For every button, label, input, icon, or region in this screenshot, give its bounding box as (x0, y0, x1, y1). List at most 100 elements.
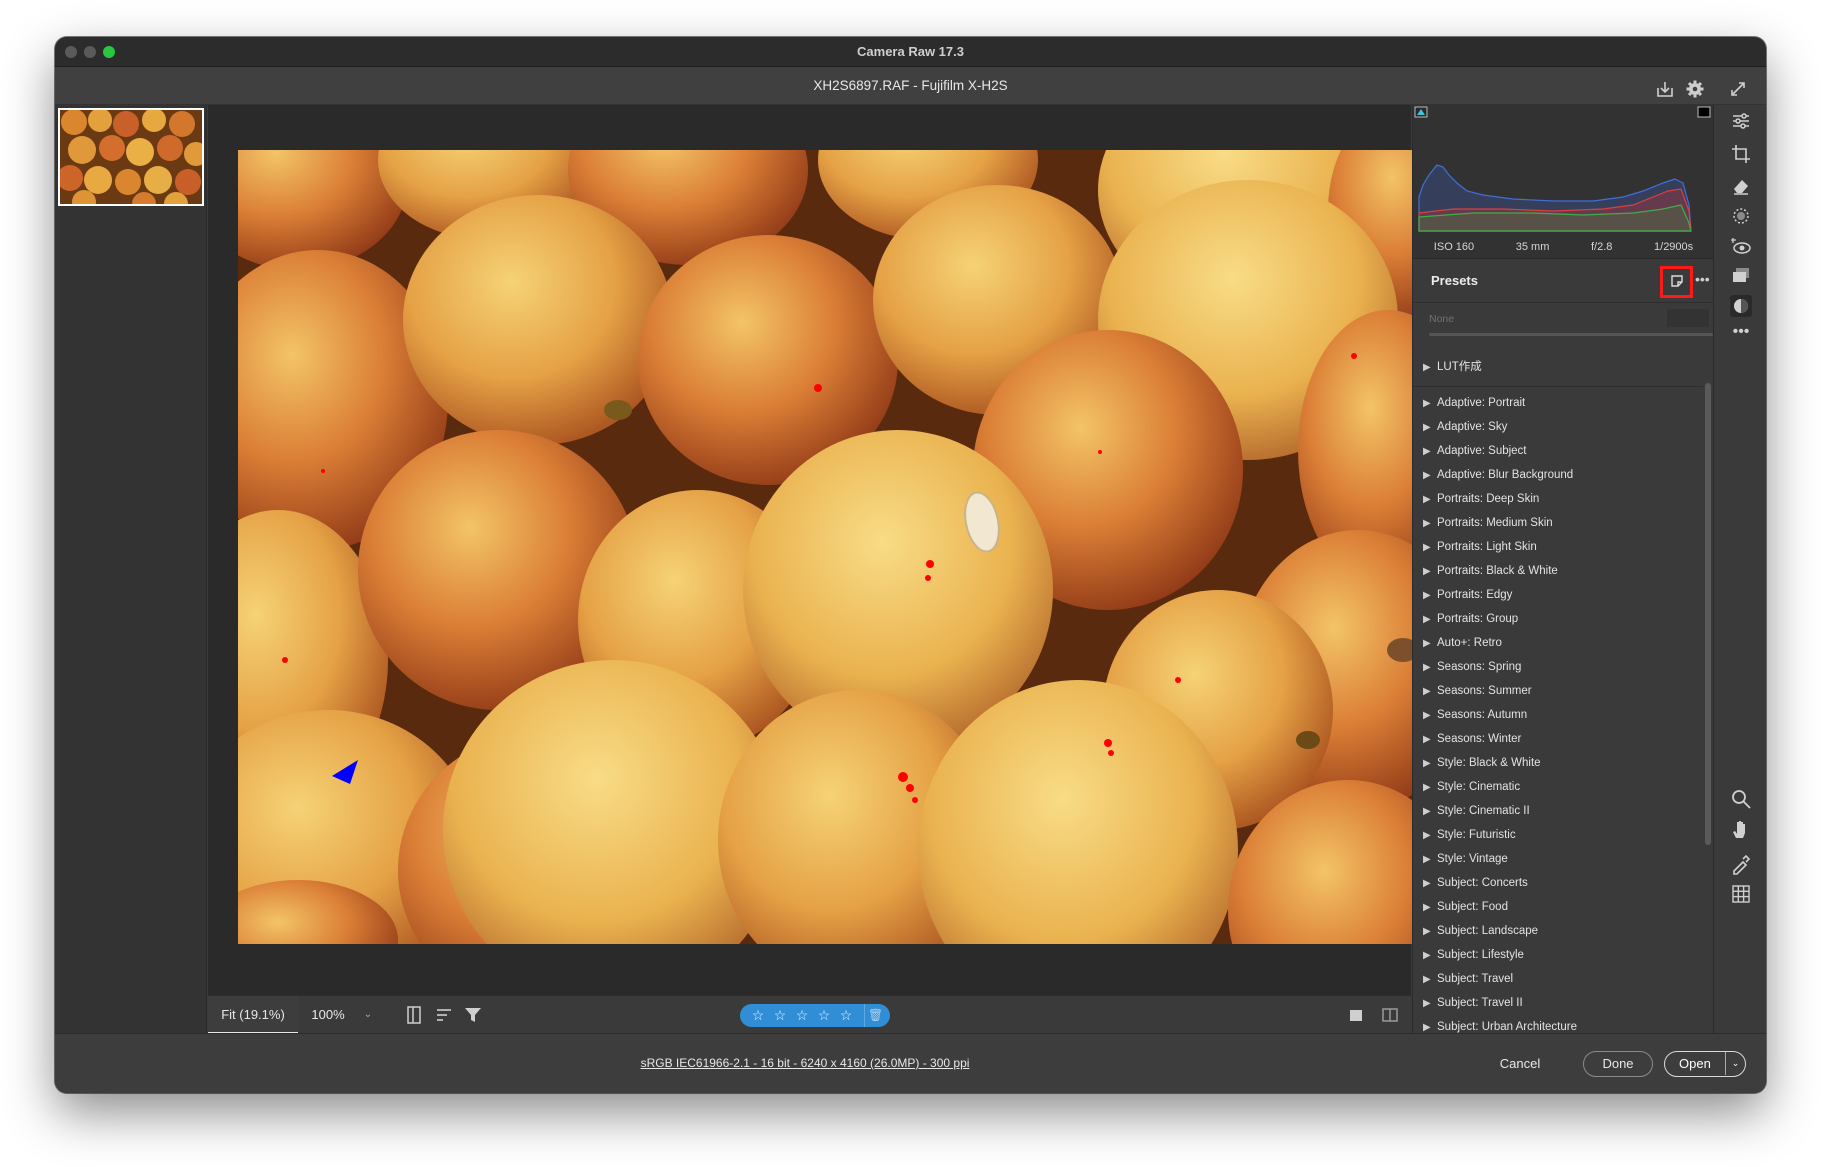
expand-triangle-icon: ▶ (1423, 662, 1431, 673)
zoom-dropdown-chevron-icon[interactable]: ⌄ (358, 996, 378, 1034)
canvas-toolbar: Fit (19.1%) 100% ⌄ ☆ ☆ ☆ ☆ ☆ 🗑 (208, 995, 1411, 1034)
zoom-icon[interactable] (1730, 788, 1752, 810)
image-canvas[interactable] (208, 105, 1430, 995)
rating-star-1[interactable]: ☆ (750, 1007, 766, 1024)
close-window-button[interactable] (65, 46, 77, 58)
preset-group[interactable]: ▶ Adaptive: Blur Background (1413, 463, 1703, 487)
preset-group[interactable]: ▶ Portraits: Group (1413, 607, 1703, 631)
preset-group[interactable]: ▶ Style: Cinematic II (1413, 799, 1703, 823)
preset-list-scrollbar[interactable] (1705, 383, 1711, 845)
expand-triangle-icon: ▶ (1423, 494, 1431, 505)
hand-icon[interactable] (1730, 818, 1752, 840)
edit-sliders-icon[interactable] (1730, 110, 1752, 132)
filmstrip-toggle-icon[interactable] (404, 1005, 424, 1025)
preset-group[interactable]: ▶ Portraits: Black & White (1413, 559, 1703, 583)
expand-triangle-icon: ▶ (1423, 362, 1431, 373)
open-button-label: Open (1679, 1056, 1711, 1071)
red-eye-icon[interactable] (1730, 235, 1752, 257)
star-rating[interactable]: ☆ ☆ ☆ ☆ ☆ 🗑 (740, 1004, 890, 1027)
expand-triangle-icon: ▶ (1423, 638, 1431, 649)
fullscreen-icon[interactable] (1728, 76, 1748, 96)
zoom-100-button[interactable]: 100% (298, 996, 358, 1034)
preset-group[interactable]: ▶ Adaptive: Sky (1413, 415, 1703, 439)
preset-group[interactable]: ▶ Style: Cinematic (1413, 775, 1703, 799)
expand-triangle-icon: ▶ (1423, 806, 1431, 817)
preset-group[interactable]: ▶ Subject: Travel (1413, 967, 1703, 991)
filmstrip-thumbnail[interactable] (58, 108, 204, 206)
preset-group[interactable]: ▶ LUT作成 (1413, 347, 1703, 387)
preset-group[interactable]: ▶ Seasons: Autumn (1413, 703, 1703, 727)
eraser-icon[interactable] (1730, 175, 1752, 197)
expand-triangle-icon: ▶ (1423, 782, 1431, 793)
expand-triangle-icon: ▶ (1423, 518, 1431, 529)
preset-group[interactable]: ▶ Subject: Landscape (1413, 919, 1703, 943)
open-button[interactable]: Open ⌄ (1664, 1051, 1746, 1077)
preset-group[interactable]: ▶ Subject: Lifestyle (1413, 943, 1703, 967)
preset-group[interactable]: ▶ Portraits: Edgy (1413, 583, 1703, 607)
highlight-clipping-icon[interactable] (1697, 106, 1711, 118)
preset-group-list: ▶ LUT作成 ▶ Adaptive: Portrait ▶ Adaptive: Sk… (1413, 347, 1703, 1033)
expand-triangle-icon: ▶ (1423, 734, 1431, 745)
save-image-icon[interactable] (1655, 76, 1675, 97)
maximize-window-button[interactable] (103, 46, 115, 58)
gear-icon[interactable] (1685, 76, 1705, 98)
done-button[interactable]: Done (1583, 1051, 1653, 1077)
tool-strip: ••• (1713, 105, 1766, 1033)
preset-group[interactable]: ▶ Subject: Urban Architecture (1413, 1015, 1703, 1033)
preset-amount[interactable]: None (1427, 303, 1713, 341)
minimize-window-button[interactable] (84, 46, 96, 58)
zoom-fit-button[interactable]: Fit (19.1%) (208, 996, 298, 1034)
exif-bar: ISO 160 35 mm f/2.8 1/2900s (1413, 235, 1714, 259)
preset-group[interactable]: ▶ Subject: Concerts (1413, 871, 1703, 895)
create-preset-button[interactable] (1660, 266, 1693, 298)
expand-triangle-icon: ▶ (1423, 686, 1431, 697)
single-view-icon[interactable] (1346, 1005, 1366, 1025)
more-options-icon[interactable]: ••• (1695, 259, 1711, 303)
filter-icon[interactable] (463, 1005, 483, 1025)
preset-group[interactable]: ▶ Adaptive: Portrait (1413, 391, 1703, 415)
preset-group[interactable]: ▶ Seasons: Winter (1413, 727, 1703, 751)
rating-star-4[interactable]: ☆ (816, 1007, 832, 1024)
snapshots-icon[interactable] (1730, 265, 1752, 287)
expand-triangle-icon: ▶ (1423, 830, 1431, 841)
sort-icon[interactable] (434, 1005, 454, 1025)
color-sampler-icon[interactable] (1730, 853, 1752, 875)
expand-triangle-icon: ▶ (1423, 950, 1431, 961)
crop-icon[interactable] (1730, 143, 1752, 165)
preset-group[interactable]: ▶ Subject: Food (1413, 895, 1703, 919)
workflow-options-link[interactable]: sRGB IEC61966-2.1 - 16 bit - 6240 x 4160… (55, 1034, 1555, 1092)
preset-group[interactable]: ▶ Subject: Travel II (1413, 991, 1703, 1015)
cancel-button[interactable]: Cancel (1490, 1051, 1550, 1077)
photo-preview[interactable] (238, 150, 1430, 944)
grid-icon[interactable] (1730, 883, 1752, 905)
expand-triangle-icon: ▶ (1423, 590, 1431, 601)
preset-group[interactable]: ▶ Seasons: Summer (1413, 679, 1703, 703)
rating-star-5[interactable]: ☆ (838, 1007, 854, 1024)
preset-group[interactable]: ▶ Style: Black & White (1413, 751, 1703, 775)
preset-group[interactable]: ▶ Portraits: Light Skin (1413, 535, 1703, 559)
preset-group[interactable]: ▶ Style: Futuristic (1413, 823, 1703, 847)
preset-group[interactable]: ▶ Adaptive: Subject (1413, 439, 1703, 463)
filmstrip (55, 105, 207, 1033)
preset-group[interactable]: ▶ Portraits: Medium Skin (1413, 511, 1703, 535)
open-dropdown-chevron-icon[interactable]: ⌄ (1725, 1052, 1745, 1075)
preset-group[interactable]: ▶ Auto+: Retro (1413, 631, 1703, 655)
trash-icon[interactable]: 🗑 (864, 1004, 886, 1027)
rating-star-2[interactable]: ☆ (772, 1007, 788, 1024)
amount-slider[interactable] (1429, 333, 1713, 336)
title-bar: Camera Raw 17.3 (55, 37, 1766, 67)
expand-triangle-icon: ▶ (1423, 974, 1431, 985)
expand-triangle-icon: ▶ (1423, 614, 1431, 625)
presets-icon[interactable] (1730, 295, 1752, 317)
preset-group[interactable]: ▶ Portraits: Deep Skin (1413, 487, 1703, 511)
expand-triangle-icon: ▶ (1423, 470, 1431, 481)
window-title: Camera Raw 17.3 (857, 44, 964, 59)
before-after-icon[interactable] (1380, 1005, 1400, 1025)
amount-value-field[interactable] (1667, 309, 1709, 327)
preset-group[interactable]: ▶ Seasons: Spring (1413, 655, 1703, 679)
masking-icon[interactable] (1730, 205, 1752, 227)
presets-header: Presets ••• (1413, 259, 1714, 303)
rating-star-3[interactable]: ☆ (794, 1007, 810, 1024)
more-tools-icon[interactable]: ••• (1730, 324, 1752, 347)
preset-group[interactable]: ▶ Style: Vintage (1413, 847, 1703, 871)
